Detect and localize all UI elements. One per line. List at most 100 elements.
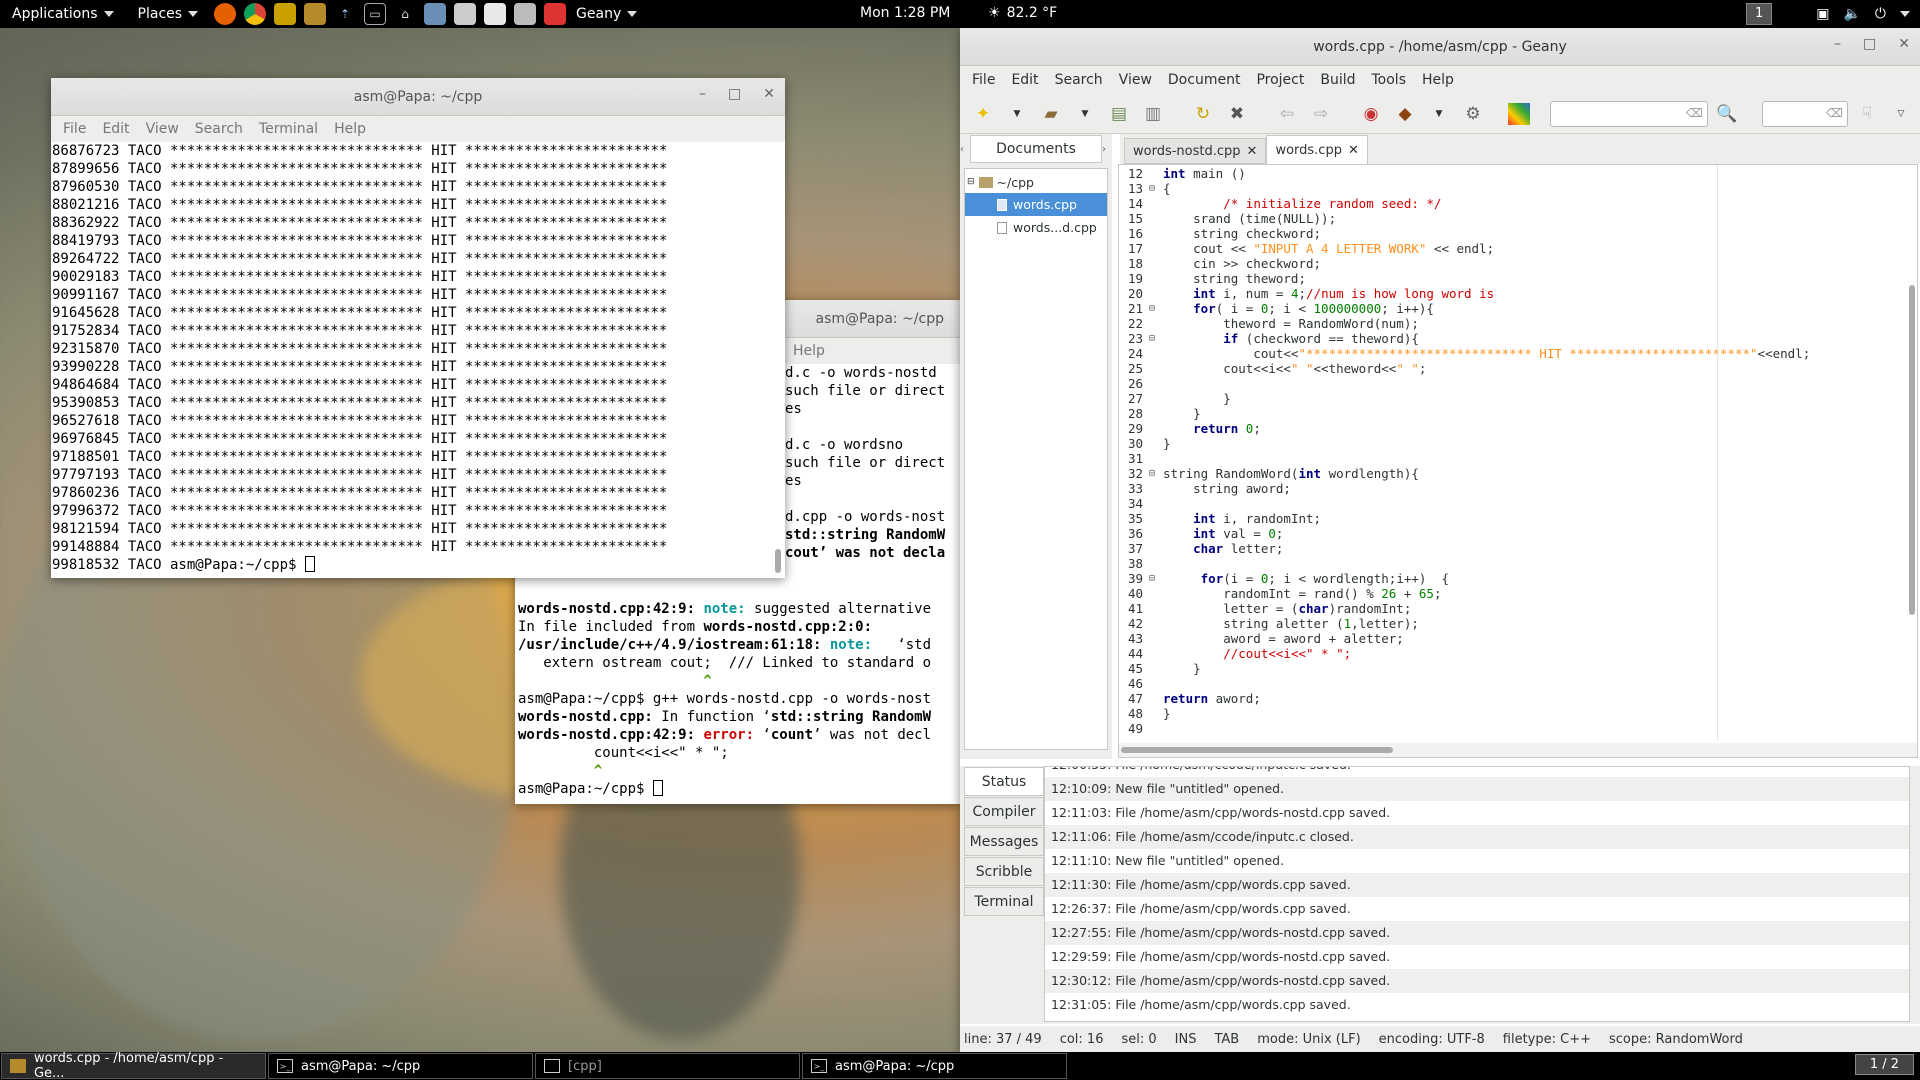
code-line[interactable]: 33 string aword; bbox=[1119, 481, 1899, 496]
help-icon[interactable] bbox=[544, 3, 567, 25]
fold-marker-icon[interactable]: ⊟ bbox=[1149, 466, 1163, 481]
tab-status[interactable]: Status bbox=[964, 767, 1044, 796]
clear-icon[interactable]: ⌫ bbox=[1826, 106, 1843, 120]
code-line[interactable]: 21 ⊟ for( i = 0; i < 100000000; i++){ bbox=[1119, 301, 1899, 316]
scrollbar[interactable] bbox=[775, 144, 781, 574]
code-line[interactable]: 29 return 0; bbox=[1119, 421, 1899, 436]
menu-tools[interactable]: Tools bbox=[1364, 72, 1415, 88]
chevron-right-icon[interactable]: › bbox=[1102, 144, 1112, 155]
tab-terminal[interactable]: Terminal bbox=[964, 887, 1044, 916]
tab-scribble[interactable]: Scribble bbox=[964, 857, 1044, 886]
code-lines[interactable]: 12 int main () 13 ⊟{14 /* initialize random… bbox=[1119, 166, 1899, 736]
goto-line-icon[interactable]: ☟ bbox=[1852, 99, 1882, 129]
close-tab-icon[interactable]: ✕ bbox=[1348, 143, 1359, 158]
code-line[interactable]: 22 theword = RandomWord(num); bbox=[1119, 316, 1899, 331]
code-line[interactable]: 23 ⊟ if (checkword == theword){ bbox=[1119, 331, 1899, 346]
new-dropdown-icon[interactable]: ▼ bbox=[1002, 99, 1032, 129]
navigate-forward-icon[interactable]: ⇨ bbox=[1306, 99, 1336, 129]
code-line[interactable]: 40 randomInt = rand() % 26 + 65; bbox=[1119, 586, 1899, 601]
vertical-scrollbar[interactable] bbox=[1909, 285, 1915, 615]
menu-file[interactable]: File bbox=[55, 121, 94, 137]
network-icon[interactable]: ⇡ bbox=[334, 3, 356, 25]
power-icon[interactable]: ⏻ bbox=[1875, 6, 1886, 22]
document-icon[interactable] bbox=[484, 3, 507, 25]
code-line[interactable]: 45 } bbox=[1119, 661, 1899, 676]
terminal-1-output[interactable]: 86876723 TACO **************************… bbox=[51, 142, 785, 576]
menu-search[interactable]: Search bbox=[1047, 72, 1111, 88]
build-dropdown-icon[interactable]: ▼ bbox=[1424, 99, 1454, 129]
maximize-icon[interactable]: □ bbox=[1863, 36, 1876, 52]
volume-icon[interactable]: 🔈 bbox=[1843, 6, 1860, 22]
code-line[interactable]: 42 string aletter (1,letter); bbox=[1119, 616, 1899, 631]
tree-item-words-cpp[interactable]: words.cpp bbox=[965, 193, 1107, 216]
tab-compiler[interactable]: Compiler bbox=[964, 797, 1044, 826]
goto-line-input[interactable]: ⌫ bbox=[1762, 100, 1848, 127]
maximize-icon[interactable]: □ bbox=[728, 86, 741, 102]
code-line[interactable]: 13 ⊟{ bbox=[1119, 181, 1899, 196]
code-line[interactable]: 18 cin >> checkword; bbox=[1119, 256, 1899, 271]
save-all-icon[interactable]: ▥ bbox=[1138, 99, 1168, 129]
code-line[interactable]: 26 bbox=[1119, 376, 1899, 391]
menu-edit[interactable]: Edit bbox=[94, 121, 137, 137]
task-terminal-2[interactable]: >_ asm@Papa: ~/cpp bbox=[802, 1053, 1067, 1079]
fold-marker-icon[interactable]: ⊟ bbox=[1149, 301, 1163, 316]
open-dropdown-icon[interactable]: ▼ bbox=[1070, 99, 1100, 129]
places-menu[interactable]: Places bbox=[126, 0, 211, 28]
code-line[interactable]: 25 cout<<i<<" "<<theword<<" "; bbox=[1119, 361, 1899, 376]
menu-document[interactable]: Document bbox=[1160, 72, 1249, 88]
geany-app-menu[interactable]: Geany bbox=[570, 0, 649, 28]
tab-messages[interactable]: Messages bbox=[964, 827, 1044, 856]
code-line[interactable]: 39 ⊟ for(i = 0; i < wordlength;i++) { bbox=[1119, 571, 1899, 586]
window-list-icon[interactable]: ▣ bbox=[1816, 6, 1829, 22]
menu-file[interactable]: File bbox=[964, 72, 1003, 88]
chrome-icon[interactable] bbox=[244, 3, 267, 25]
menu-view[interactable]: View bbox=[1111, 72, 1160, 88]
code-line[interactable]: 46 bbox=[1119, 676, 1899, 691]
code-line[interactable]: 38 bbox=[1119, 556, 1899, 571]
code-line[interactable]: 28 } bbox=[1119, 406, 1899, 421]
applications-menu[interactable]: Applications bbox=[0, 0, 126, 28]
chevron-down-icon[interactable] bbox=[1900, 11, 1910, 17]
code-line[interactable]: 31 bbox=[1119, 451, 1899, 466]
workspace-pager[interactable]: 1 / 2 bbox=[1854, 1054, 1914, 1075]
compile-icon[interactable]: ◉ bbox=[1356, 99, 1386, 129]
menu-view[interactable]: View bbox=[138, 121, 187, 137]
save-icon[interactable]: ▤ bbox=[1104, 99, 1134, 129]
code-line[interactable]: 48} bbox=[1119, 706, 1899, 721]
terminal-prompt-line[interactable]: 99818532 TACO asm@Papa:~/cpp$ bbox=[52, 556, 785, 574]
horizontal-scrollbar[interactable] bbox=[1119, 743, 1917, 757]
collapse-icon[interactable]: ⊟ bbox=[967, 177, 975, 187]
code-line[interactable]: 24 cout<<"******************************… bbox=[1119, 346, 1899, 361]
build-icon[interactable]: ◆ bbox=[1390, 99, 1420, 129]
color-chooser-icon[interactable] bbox=[1508, 102, 1530, 125]
close-tab-icon[interactable]: ✕ bbox=[1247, 144, 1258, 159]
terminal-launcher-icon[interactable]: ▭ bbox=[364, 3, 387, 25]
calculator-icon[interactable] bbox=[514, 3, 537, 25]
tree-item-words-nostd[interactable]: words...d.cpp bbox=[965, 216, 1107, 239]
toolbar-overflow-icon[interactable]: ▽ bbox=[1886, 99, 1916, 129]
workspace-indicator[interactable]: 1 bbox=[1745, 3, 1773, 25]
close-icon[interactable]: ✕ bbox=[763, 86, 775, 102]
weather[interactable]: ☀ 82.2 °F bbox=[988, 5, 1057, 21]
menu-search[interactable]: Search bbox=[187, 121, 251, 137]
open-file-icon[interactable]: ▰ bbox=[1036, 99, 1066, 129]
status-messages[interactable]: 12:00:55: File /home/asm/ccode/inputc.c … bbox=[1044, 766, 1910, 1022]
code-line[interactable]: 12 int main () bbox=[1119, 166, 1899, 181]
navigate-back-icon[interactable]: ⇦ bbox=[1272, 99, 1302, 129]
home-icon[interactable]: ⌂ bbox=[394, 3, 416, 25]
tab-documents[interactable]: Documents bbox=[970, 135, 1102, 163]
search-input[interactable]: ⌫ bbox=[1550, 100, 1708, 127]
menu-terminal[interactable]: Terminal bbox=[251, 121, 326, 137]
code-line[interactable]: 20 int i, num = 4;//num is how long word… bbox=[1119, 286, 1899, 301]
code-line[interactable]: 36 int val = 0; bbox=[1119, 526, 1899, 541]
chevron-left-icon[interactable]: ‹ bbox=[960, 144, 970, 155]
code-line[interactable]: 34 bbox=[1119, 496, 1899, 511]
menu-edit[interactable]: Edit bbox=[1003, 72, 1046, 88]
code-line[interactable]: 16 string checkword; bbox=[1119, 226, 1899, 241]
code-editor[interactable]: 12 int main () 13 ⊟{14 /* initialize random… bbox=[1118, 164, 1918, 758]
fold-marker-icon[interactable]: ⊟ bbox=[1149, 181, 1163, 196]
code-line[interactable]: 30} bbox=[1119, 436, 1899, 451]
terminal-1-titlebar[interactable]: asm@Papa: ~/cpp – □ ✕ bbox=[51, 78, 785, 116]
chat-icon[interactable] bbox=[424, 3, 447, 25]
code-line[interactable]: 32 ⊟ string RandomWord(int wordlength){ bbox=[1119, 466, 1899, 481]
